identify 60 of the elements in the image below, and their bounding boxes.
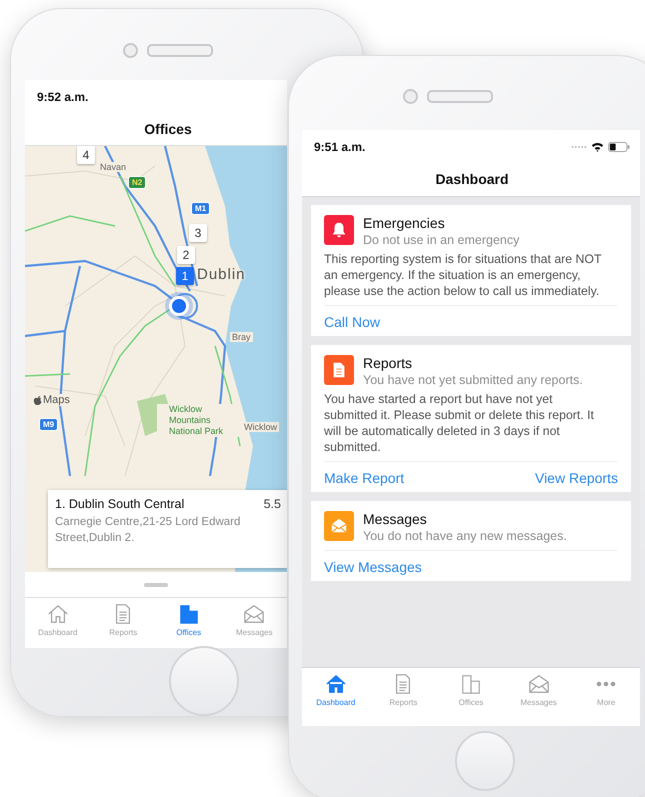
battery-icon	[608, 142, 630, 152]
speaker-icon	[147, 44, 213, 57]
house-icon	[46, 603, 69, 625]
map[interactable]: N2 M1 M9 Navan Dublin Bray Wicklow Mountains National Park Wicklow 4 3 2 1 Maps 1. Dublin South Central 5.5 Carnegie Centre,21-25 Lord Edward Street,Dublin 2.	[25, 146, 287, 572]
camera-icon	[123, 43, 138, 58]
road-shield: M9	[39, 418, 58, 431]
card-subtitle: You have not yet submitted any reports.	[363, 372, 583, 388]
tab[interactable]: Offices	[437, 668, 505, 726]
tab[interactable]: Dashboard	[302, 668, 370, 726]
place-label: Navan	[98, 162, 128, 172]
card-body-text: You have started a report but have not yet submitted it. Please submit or delete this report. It will be automatically deleted in 3 days if not submitted.	[324, 391, 595, 455]
tab[interactable]: Reports	[90, 598, 156, 648]
office-card[interactable]: 1. Dublin South Central 5.5 Carnegie Centre,21-25 Lord Edward Street,Dublin 2.	[48, 490, 287, 568]
envelope-icon	[243, 603, 266, 625]
wifi-icon	[591, 142, 604, 152]
status-time: 9:52 a.m.	[37, 90, 90, 104]
card-body-text: This reporting system is for situations that are NOT an emergency. If the situation is an emergency, please use the action below to call us immediately.	[324, 251, 602, 299]
building-icon	[460, 673, 482, 695]
map-pin[interactable]: 4	[77, 146, 95, 164]
card-title: Messages	[363, 511, 428, 528]
map-pin[interactable]: 3	[189, 224, 207, 242]
action-link[interactable]: View Reports	[534, 470, 618, 486]
action-link[interactable]: Make Report	[324, 470, 404, 486]
more-icon	[596, 681, 616, 687]
apple-logo-icon	[33, 394, 42, 406]
envelope-icon	[528, 673, 550, 695]
building-icon	[178, 603, 200, 625]
action-link[interactable]: View Messages	[324, 559, 422, 575]
card-subtitle: You do not have any new messages.	[363, 528, 567, 544]
screen-title: Dashboard	[435, 171, 509, 187]
place-label: Wicklow Mountains National Park	[157, 404, 241, 437]
tab[interactable]: More	[572, 668, 640, 726]
tab[interactable]: Offices	[156, 598, 222, 648]
card-title: Emergencies	[363, 215, 446, 232]
place-label: Dublin	[197, 266, 246, 283]
card-subtitle: Do not use in an emergency	[363, 232, 520, 248]
card-title: Reports	[363, 355, 414, 372]
map-attribution: Maps	[43, 394, 70, 406]
office-address: Carnegie Centre,21-25 Lord Edward Street,Dublin 2.	[55, 515, 242, 546]
status-time: 9:51 a.m.	[314, 140, 366, 154]
speaker-icon	[427, 90, 493, 103]
office-name: 1. Dublin South Central	[55, 497, 184, 511]
tab[interactable]: Reports	[370, 668, 438, 726]
house-icon	[324, 673, 347, 695]
map-pin[interactable]: 2	[177, 246, 195, 264]
office-distance: 5.5	[264, 497, 281, 511]
road-shield: N2	[128, 176, 146, 189]
place-label: Bray	[230, 332, 253, 342]
camera-icon	[403, 89, 418, 104]
tab[interactable]: Dashboard	[25, 598, 90, 648]
drag-handle[interactable]	[144, 582, 168, 586]
screen-title: Offices	[144, 121, 192, 137]
road-shield: M1	[191, 202, 210, 215]
place-label: Wicklow	[242, 422, 279, 432]
tab[interactable]: Messages	[222, 598, 287, 648]
signal-icon	[571, 145, 587, 149]
map-pin[interactable]: 1	[176, 267, 194, 285]
tab[interactable]: Messages	[504, 668, 572, 726]
location-dot-icon	[169, 296, 189, 316]
action-link[interactable]: Call Now	[324, 314, 380, 330]
